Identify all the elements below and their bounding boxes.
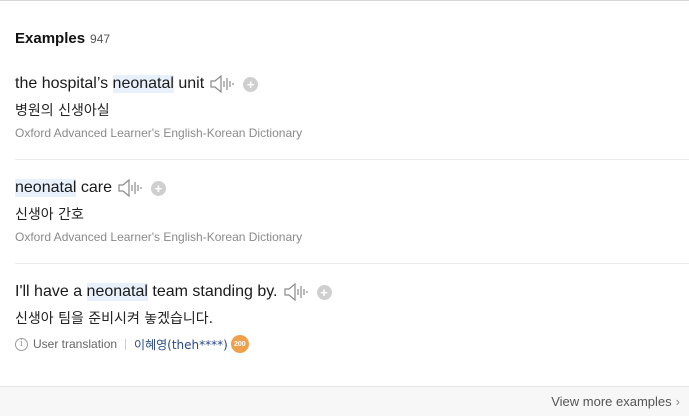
divider: [125, 338, 127, 350]
example-translation: 신생아 간호: [15, 207, 84, 223]
examples-count: 947: [90, 32, 111, 46]
footer-bar: View more examples ›: [0, 386, 689, 416]
sentence-suffix: care: [76, 179, 112, 196]
speaker-icon[interactable]: [117, 178, 143, 198]
plus-icon[interactable]: +: [150, 180, 166, 196]
view-more-examples-link[interactable]: View more examples ›: [551, 394, 680, 409]
sentence-prefix: I'll have a: [15, 283, 87, 300]
examples-header: Examples 947: [15, 30, 110, 47]
example-translation: 병원의 신생아실: [15, 103, 110, 119]
example-translation: 신생아 팀을 준비시켜 놓겠습니다.: [15, 311, 214, 327]
info-icon[interactable]: i: [15, 337, 28, 351]
example-sentence: I'll have a neonatal team standing by. +: [15, 281, 689, 303]
user-translation-label: User translation: [33, 337, 118, 351]
example-sentence: the hospital’s neonatal unit +: [15, 73, 689, 95]
highlighted-term[interactable]: neonatal: [112, 75, 174, 93]
example-sentence: neonatal care +: [15, 177, 689, 199]
plus-icon[interactable]: +: [243, 76, 259, 92]
examples-title: Examples: [15, 30, 86, 47]
user-level-badge: 200: [230, 335, 249, 353]
divider: [15, 263, 689, 264]
sentence-prefix: the hospital’s: [15, 75, 113, 92]
view-more-label: View more examples: [551, 394, 672, 409]
example-item: neonatal care + 신생아 간호 Oxford Advanced L…: [15, 177, 689, 244]
user-translation-row: i User translation 이혜영(theh****) 200: [15, 335, 689, 353]
user-name-link[interactable]: 이혜영(theh****): [134, 336, 228, 353]
example-item: the hospital’s neonatal unit + 병원의 신생아실 …: [15, 73, 689, 140]
top-border: [0, 0, 689, 1]
example-item: I'll have a neonatal team standing by. +…: [15, 281, 689, 353]
sentence-suffix: team standing by.: [147, 283, 278, 300]
chevron-right-icon: ›: [675, 394, 680, 409]
speaker-icon[interactable]: [283, 282, 309, 302]
highlighted-term[interactable]: neonatal: [15, 179, 77, 197]
example-source[interactable]: Oxford Advanced Learner's English-Korean…: [15, 230, 689, 244]
example-source[interactable]: Oxford Advanced Learner's English-Korean…: [15, 126, 689, 140]
sentence-suffix: unit: [173, 75, 205, 92]
highlighted-term[interactable]: neonatal: [86, 283, 148, 301]
speaker-icon[interactable]: [209, 74, 235, 94]
divider: [15, 159, 689, 160]
plus-icon[interactable]: +: [316, 284, 332, 300]
